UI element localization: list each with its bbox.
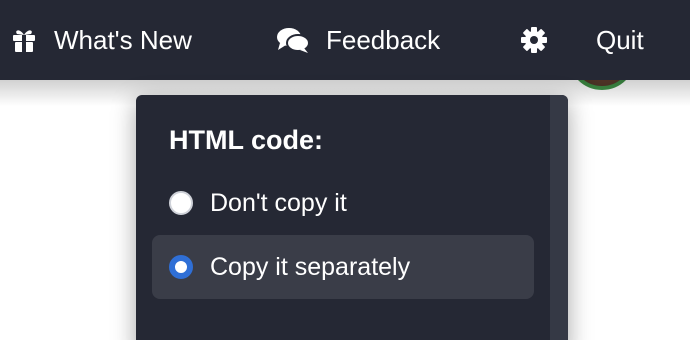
whats-new-label: What's New — [54, 24, 192, 55]
quit-button[interactable]: Quit — [596, 0, 644, 80]
popup-heading: HTML code: — [169, 125, 323, 155]
radio-checked-icon[interactable] — [169, 255, 193, 279]
option-copy-separately[interactable]: Copy it separately — [152, 235, 534, 299]
top-toolbar: What's New Feedback Quit — [0, 0, 690, 80]
popup-scrollbar[interactable] — [550, 95, 568, 340]
feedback-button[interactable]: Feedback — [276, 0, 440, 80]
settings-button[interactable] — [520, 0, 548, 80]
whats-new-button[interactable]: What's New — [10, 0, 192, 80]
radio-unchecked-icon[interactable] — [169, 191, 193, 215]
gear-icon — [520, 26, 548, 54]
chat-bubbles-icon — [276, 26, 310, 54]
feedback-label: Feedback — [326, 24, 441, 55]
gift-icon — [10, 26, 38, 54]
quit-label: Quit — [596, 24, 644, 55]
page: What's New Feedback Quit HTML code: Don'… — [0, 0, 690, 340]
option-dont-copy[interactable]: Don't copy it — [152, 171, 534, 235]
option-label: Don't copy it — [210, 188, 347, 217]
html-code-popup: HTML code: Don't copy it Copy it separat… — [136, 95, 568, 340]
option-label: Copy it separately — [210, 252, 411, 281]
